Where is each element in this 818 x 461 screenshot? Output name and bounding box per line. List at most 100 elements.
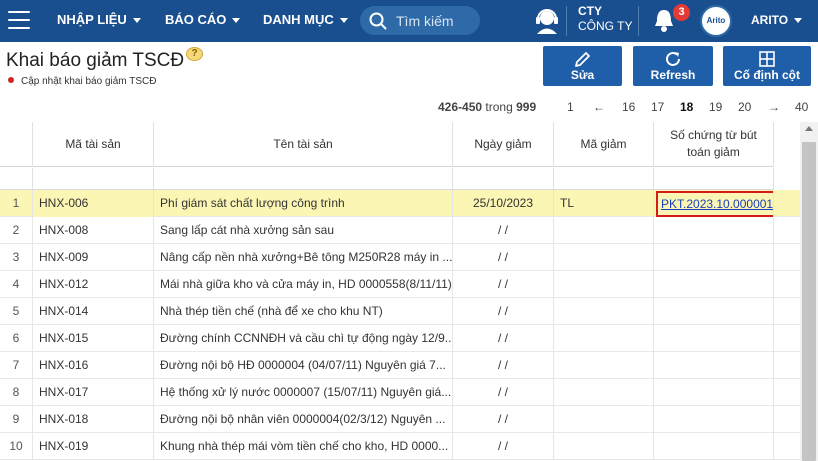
help-icon[interactable]: ? (186, 47, 203, 61)
cell-ten-tai-san: Đường nội bộ nhân viên 0000004(02/3/12) … (154, 406, 453, 433)
row-number: 8 (0, 379, 33, 406)
next-page-button[interactable]: → (768, 100, 780, 114)
header-ma-tai-san[interactable]: Mã tài sản (33, 122, 154, 167)
cell-ma-giam (554, 217, 654, 244)
menu-bao-cao[interactable]: BÁO CÁO (165, 12, 241, 27)
row-number: 3 (0, 244, 33, 271)
scroll-up-icon[interactable] (805, 126, 813, 131)
pager-total: 999 (516, 100, 537, 114)
menu-danh-muc[interactable]: DANH MỤC (263, 12, 348, 27)
table-row[interactable]: 2 HNX-008 Sang lấp cát nhà xưởng sản sau / … (0, 217, 800, 244)
cell-ten-tai-san: Nhà thép tiền chế (nhà để xe cho khu NT) (154, 298, 453, 325)
table-row[interactable]: 5 HNX-014 Nhà thép tiền chế (nhà để xe cho… (0, 298, 800, 325)
filter-input[interactable] (154, 168, 453, 190)
subtitle-text: Cập nhật khai báo giảm TSCĐ (21, 76, 157, 87)
prev-page-button[interactable]: ← (593, 100, 605, 114)
cell-ma-tai-san: HNX-014 (33, 298, 154, 325)
cell-ma-tai-san: HNX-017 (33, 379, 154, 406)
table-row[interactable]: 8 HNX-017 Hệ thống xử lý nước 0000007 (15/… (0, 379, 800, 406)
refresh-label: Refresh (650, 68, 696, 82)
cell-ten-tai-san: Đường chính CCNNĐH và cầu chì tự động ng… (154, 325, 453, 352)
edit-label: Sửa (570, 68, 595, 82)
row-number: 5 (0, 298, 33, 325)
row-number: 7 (0, 352, 33, 379)
filter-input[interactable] (654, 168, 774, 190)
filter-input[interactable] (554, 168, 654, 190)
refresh-button[interactable]: Refresh (633, 46, 713, 86)
filter-cell (0, 168, 33, 190)
headset-icon[interactable] (534, 7, 560, 35)
page-subtitle: Cập nhật khai báo giảm TSCĐ (8, 76, 156, 87)
cell-ma-giam: TL (554, 190, 654, 217)
cell-ten-tai-san: Đường nội bộ HĐ 0000004 (04/07/11) Nguyê… (154, 352, 453, 379)
caret-down-icon (132, 18, 141, 24)
cell-ngay-giam: / / (453, 379, 554, 406)
search-box[interactable]: Tìm kiếm (360, 6, 480, 35)
refresh-icon (666, 51, 680, 66)
cell-so-chung-tu (654, 271, 774, 298)
highlight-box: PKT.2023.10.000001 (656, 191, 773, 217)
filter-input[interactable] (33, 168, 154, 190)
cell-ma-tai-san: HNX-015 (33, 325, 154, 352)
cell-ngay-giam: / / (453, 298, 554, 325)
page-link-current[interactable]: 18 (680, 100, 693, 114)
table-row[interactable]: 6 HNX-015 Đường chính CCNNĐH và cầu chì tự… (0, 325, 800, 352)
edit-button[interactable]: Sửa (543, 46, 622, 86)
cell-ma-giam (554, 406, 654, 433)
vertical-scrollbar[interactable] (800, 122, 818, 461)
scrollbar-thumb[interactable] (802, 142, 816, 461)
cell-ngay-giam: / / (453, 244, 554, 271)
table-row[interactable]: 1 HNX-006 Phí giám sát chất lượng công trì… (0, 190, 800, 217)
filter-input[interactable] (453, 168, 554, 190)
caret-down-icon (794, 18, 803, 24)
header-ma-giam[interactable]: Mã giảm (554, 122, 654, 167)
cell-so-chung-tu: PKT.2023.10.000001 (654, 190, 774, 217)
menu-nhap-lieu[interactable]: NHẬP LIỆU (57, 12, 141, 27)
page-link[interactable]: 17 (651, 100, 664, 114)
voucher-link[interactable]: PKT.2023.10.000001 (661, 197, 773, 211)
header-so-chung-tu[interactable]: Số chứng từ bút toán giảm (654, 122, 774, 167)
cell-ten-tai-san: Nâng cấp nền nhà xưởng+Bê tông M250R28 m… (154, 244, 453, 271)
page-link[interactable]: 19 (709, 100, 722, 114)
divider (566, 6, 567, 36)
cell-ma-tai-san: HNX-009 (33, 244, 154, 271)
header-ten-tai-san[interactable]: Tên tài sản (154, 122, 453, 167)
cell-ma-giam (554, 298, 654, 325)
divider (638, 6, 639, 36)
cell-ngay-giam: / / (453, 325, 554, 352)
menu-label: DANH MỤC (263, 12, 334, 27)
cell-ten-tai-san: Khung nhà thép mái vòm tiền chế cho kho,… (154, 433, 453, 460)
menu-label: NHẬP LIỆU (57, 12, 127, 27)
cell-ten-tai-san: Mái nhà giữa kho và cửa máy in, HD 00005… (154, 271, 453, 298)
user-menu[interactable]: ARITO (751, 13, 803, 27)
cell-ma-tai-san: HNX-012 (33, 271, 154, 298)
cell-ten-tai-san: Hệ thống xử lý nước 0000007 (15/07/11) N… (154, 379, 453, 406)
table-row[interactable]: 10 HNX-019 Khung nhà thép mái vòm tiền chế… (0, 433, 800, 460)
pager-of: trong (485, 100, 513, 114)
freeze-columns-label: Cố định cột (734, 68, 800, 82)
cell-so-chung-tu (654, 298, 774, 325)
hamburger-icon[interactable] (8, 11, 30, 29)
cell-ma-giam (554, 271, 654, 298)
header-ngay-giam[interactable]: Ngày giảm (453, 122, 554, 167)
cell-ma-tai-san: HNX-016 (33, 352, 154, 379)
menu-label: BÁO CÁO (165, 12, 227, 27)
table-row[interactable]: 4 HNX-012 Mái nhà giữa kho và cửa máy in, … (0, 271, 800, 298)
cell-ngay-giam: 25/10/2023 (453, 190, 554, 217)
table-row[interactable]: 9 HNX-018 Đường nội bộ nhân viên 0000004(0… (0, 406, 800, 433)
cell-ma-tai-san: HNX-008 (33, 217, 154, 244)
page-link[interactable]: 20 (738, 100, 751, 114)
freeze-columns-button[interactable]: Cố định cột (723, 46, 811, 86)
cell-so-chung-tu (654, 352, 774, 379)
page-link[interactable]: 1 (567, 100, 574, 114)
page-link[interactable]: 16 (622, 100, 635, 114)
table-row[interactable]: 7 HNX-016 Đường nội bộ HĐ 0000004 (04/07/1… (0, 352, 800, 379)
company-selector[interactable]: CTY CÔNG TY (578, 4, 632, 34)
cell-ma-tai-san: HNX-018 (33, 406, 154, 433)
cell-ma-giam (554, 433, 654, 460)
header-row-number (0, 122, 33, 167)
page-link[interactable]: 40 (795, 100, 808, 114)
cell-so-chung-tu (654, 406, 774, 433)
table-row[interactable]: 3 HNX-009 Nâng cấp nền nhà xưởng+Bê tông M… (0, 244, 800, 271)
asset-grid: Mã tài sản Tên tài sản Ngày giảm Mã giảm… (0, 122, 800, 461)
